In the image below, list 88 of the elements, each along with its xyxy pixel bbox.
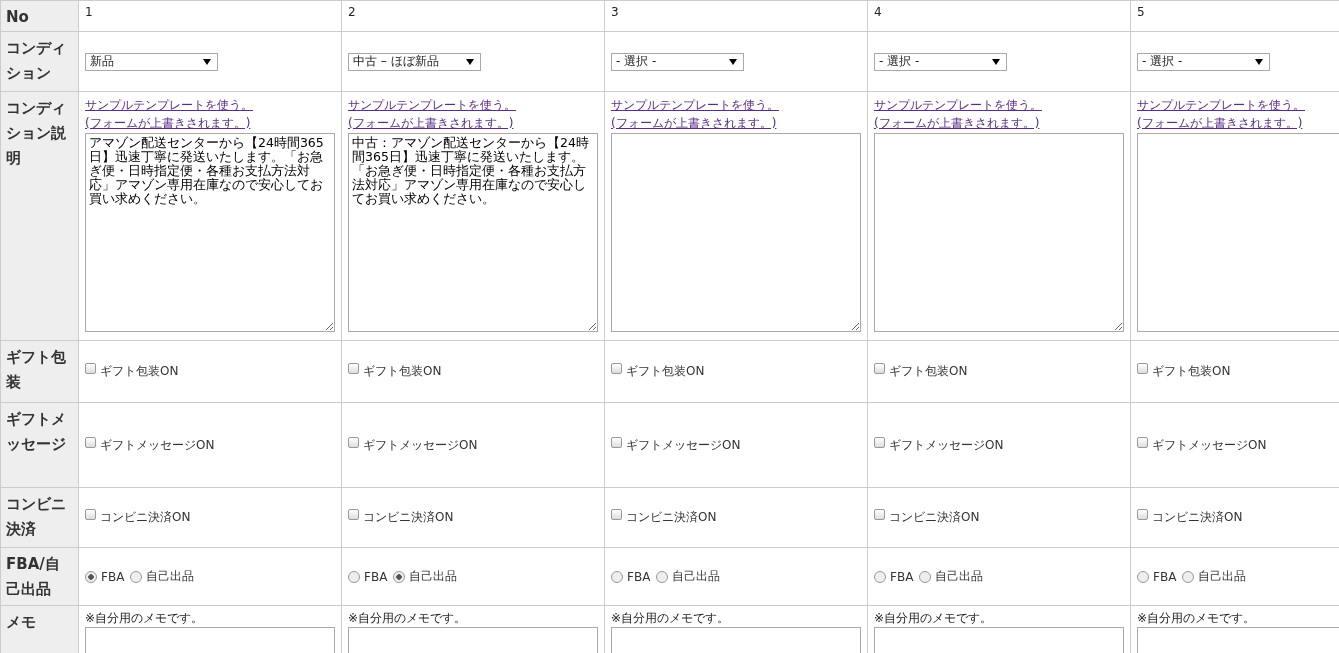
radio-label: FBA [627, 569, 651, 584]
checkbox[interactable] [611, 436, 622, 448]
radio-label: 自己出品 [672, 568, 721, 585]
caret-icon [466, 58, 474, 65]
row-header: ギフトメッセージ [6, 409, 67, 455]
checkbox-label: ギフト包装ON [889, 363, 968, 380]
checkbox-label: コンビニ決済ON [1152, 509, 1243, 526]
checkbox-label: コンビニ決済ON [100, 509, 191, 526]
description-field[interactable] [874, 133, 1124, 332]
checkbox[interactable] [874, 363, 885, 374]
condition-dropdown[interactable]: - 選択 - [611, 52, 744, 71]
item-number: 3 [611, 5, 619, 19]
radio-button[interactable] [1137, 570, 1149, 583]
radio-label: 自己出品 [1198, 568, 1247, 585]
caret-icon [729, 58, 737, 65]
condition-dropdown[interactable]: - 選択 - [874, 52, 1007, 71]
checkbox[interactable] [348, 436, 359, 448]
checkbox[interactable] [611, 509, 622, 520]
checkbox[interactable] [874, 509, 885, 520]
caret-icon [992, 58, 1000, 65]
caret-icon [1255, 58, 1263, 65]
radio-label: 自己出品 [935, 568, 984, 585]
item-number: 1 [85, 5, 93, 19]
radio-label: FBA [101, 569, 125, 584]
checkbox-label: ギフト包装ON [363, 363, 442, 380]
checkbox-label: ギフトメッセージON [889, 436, 1004, 454]
radio-button[interactable] [874, 570, 886, 583]
caret-icon [203, 58, 211, 65]
template-link[interactable]: サンプルテンプレートを使う。 (フォームが上書きされます。) [348, 96, 516, 132]
item-number: 4 [874, 5, 882, 19]
description-field[interactable]: アマゾン配送センターから【24時間365日】迅速丁寧に発送いたします。「お急ぎ便・日時指定便・各種お支払方法対応」アマゾン専用在庫なので安心してお買い求めください。 [85, 133, 335, 332]
row-header: メモ [6, 612, 37, 633]
radio-button[interactable] [130, 570, 143, 583]
memo-note: ※自分用のメモです。 [1137, 610, 1257, 626]
row-header: コンディション説明 [6, 98, 67, 169]
checkbox[interactable] [348, 509, 359, 520]
radio-label: 自己出品 [409, 568, 458, 585]
checkbox-label: ギフトメッセージON [626, 436, 741, 454]
memo-note: ※自分用のメモです。 [85, 610, 205, 626]
radio-label: 自己出品 [146, 568, 195, 585]
checkbox-label: ギフトメッセージON [1152, 436, 1267, 454]
condition-dropdown[interactable]: - 選択 - [1137, 52, 1270, 71]
checkbox[interactable] [1137, 509, 1148, 520]
checkbox[interactable] [85, 363, 96, 374]
description-field[interactable] [1137, 133, 1339, 332]
checkbox[interactable] [874, 436, 885, 448]
checkbox-label: コンビニ決済ON [889, 509, 980, 526]
description-field[interactable]: 中古：アマゾン配送センターから【24時間365日】迅速丁寧に発送いたします。「お急ぎ便・日時指定便・各種お支払方法対応」アマゾン専用在庫なので安心してお買い求めください。 [348, 133, 598, 332]
row-header: コンビニ決済 [6, 494, 67, 540]
checkbox[interactable] [1137, 363, 1148, 374]
radio-button[interactable] [393, 570, 406, 583]
template-link[interactable]: サンプルテンプレートを使う。 (フォームが上書きされます。) [85, 96, 253, 132]
row-header: No [6, 7, 30, 28]
radio-button[interactable] [919, 570, 932, 583]
radio-button[interactable] [85, 570, 97, 583]
condition-dropdown[interactable]: 新品 [85, 52, 218, 71]
row-header: コンディション [6, 38, 67, 84]
memo-note: ※自分用のメモです。 [348, 610, 468, 626]
checkbox-label: ギフト包装ON [626, 363, 705, 380]
template-link[interactable]: サンプルテンプレートを使う。 (フォームが上書きされます。) [1137, 96, 1305, 132]
condition-dropdown[interactable]: 中古 – ほぼ新品 [348, 52, 481, 71]
template-link[interactable]: サンプルテンプレートを使う。 (フォームが上書きされます。) [611, 96, 779, 132]
checkbox-label: コンビニ決済ON [626, 509, 717, 526]
template-link[interactable]: サンプルテンプレートを使う。 (フォームが上書きされます。) [874, 96, 1042, 132]
item-number: 2 [348, 5, 356, 19]
radio-button[interactable] [1182, 570, 1195, 583]
radio-button[interactable] [611, 570, 623, 583]
checkbox-label: ギフトメッセージON [363, 436, 478, 454]
memo-note: ※自分用のメモです。 [611, 610, 731, 626]
radio-label: FBA [1153, 569, 1177, 584]
checkbox[interactable] [85, 436, 96, 448]
memo-note: ※自分用のメモです。 [874, 610, 994, 626]
radio-label: FBA [364, 569, 388, 584]
item-number: 5 [1137, 5, 1145, 19]
checkbox[interactable] [348, 363, 359, 374]
row-header: ギフト包装 [6, 347, 67, 393]
checkbox-label: ギフト包装ON [1152, 363, 1231, 380]
checkbox[interactable] [1137, 436, 1148, 448]
radio-button[interactable] [348, 570, 360, 583]
checkbox[interactable] [85, 509, 96, 520]
checkbox[interactable] [611, 363, 622, 374]
radio-label: FBA [890, 569, 914, 584]
description-field[interactable] [611, 133, 861, 332]
row-header: FBA/自己出品 [6, 554, 61, 600]
checkbox-label: コンビニ決済ON [363, 509, 454, 526]
checkbox-label: ギフト包装ON [100, 363, 179, 380]
checkbox-label: ギフトメッセージON [100, 436, 215, 454]
radio-button[interactable] [656, 570, 669, 583]
